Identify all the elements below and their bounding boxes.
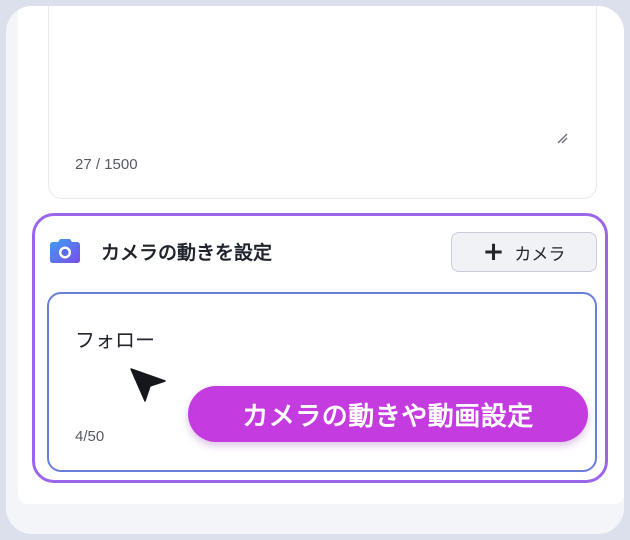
feature-callout: カメラの動きや動画設定 xyxy=(188,386,588,442)
resize-handle-icon[interactable] xyxy=(556,132,568,144)
motion-char-counter: 4/50 xyxy=(75,428,105,445)
prompt-textarea[interactable]: 27 / 1500 xyxy=(48,6,597,199)
add-camera-label: カメラ xyxy=(514,244,566,265)
add-camera-button[interactable]: + カメラ xyxy=(451,232,597,272)
prompt-char-counter: 27 / 1500 xyxy=(75,156,138,173)
app-frame: 27 / 1500 カメラの動きを設定 + カメラ フォロー 4/50 xyxy=(6,6,624,534)
callout-text: カメラの動きや動画設定 xyxy=(242,401,534,432)
camera-motion-value: フォロー xyxy=(75,328,155,352)
camera-motion-section: カメラの動きを設定 + カメラ フォロー 4/50 xyxy=(32,213,608,483)
section-title: カメラの動きを設定 xyxy=(101,241,273,264)
cursor-arrow-icon xyxy=(130,368,166,402)
section-header: カメラの動きを設定 xyxy=(49,234,272,268)
plus-icon: + xyxy=(482,237,505,267)
camera-icon xyxy=(50,239,80,263)
